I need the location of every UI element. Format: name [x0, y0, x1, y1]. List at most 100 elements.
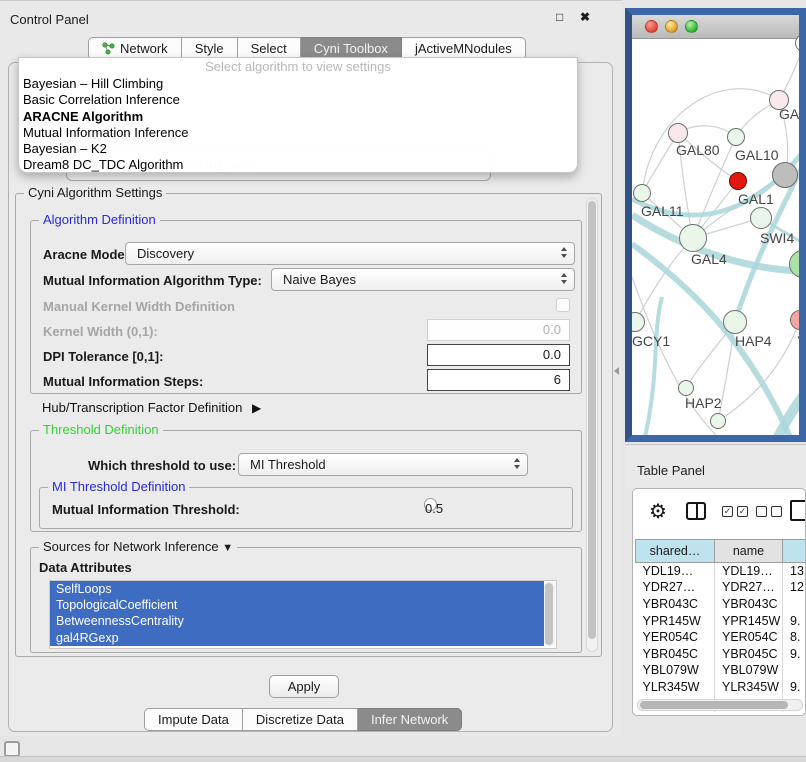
mi-steps-field[interactable]: 6: [427, 369, 570, 391]
node-bottom[interactable]: [710, 413, 726, 429]
data-attributes-list[interactable]: SelfLoops TopologicalCoefficient Between…: [49, 580, 557, 649]
table-row[interactable]: YLR345WYLR345W9.: [636, 679, 806, 696]
node-gal80[interactable]: [668, 123, 688, 143]
close-window-icon[interactable]: [645, 20, 658, 33]
node-red-selected[interactable]: [729, 172, 747, 190]
aracne-mode-combo[interactable]: Discovery: [125, 242, 575, 265]
table-hscrollbar[interactable]: [637, 699, 803, 711]
attributes-scrollbar[interactable]: [544, 582, 555, 647]
node-gal11[interactable]: [633, 184, 651, 202]
manual-kernel-label: Manual Kernel Width Definition: [43, 299, 235, 314]
data-attributes-label: Data Attributes: [39, 560, 132, 575]
collapsed-panel-icon[interactable]: [4, 741, 20, 757]
column-header[interactable]: name: [715, 540, 783, 563]
kernel-width-field[interactable]: 0.0: [427, 319, 570, 341]
cyni-algorithm-settings-title: Cyni Algorithm Settings: [24, 185, 166, 200]
zoom-window-icon[interactable]: [685, 20, 698, 33]
tab-infer-network-label: Infer Network: [371, 712, 448, 727]
algorithm-option[interactable]: Basic Correlation Inference: [19, 92, 577, 108]
column-header[interactable]: shared…: [636, 540, 715, 563]
table-panel: ⚙ ✓ ✓ shared… name YDL19…YDL19…13: [632, 488, 806, 716]
algorithm-option[interactable]: Mutual Information Inference: [19, 125, 577, 141]
hub-expander[interactable]: Hub/Transcription Factor Definition ▶: [42, 400, 261, 415]
node-salmon[interactable]: [790, 310, 806, 330]
list-item[interactable]: SelfLoops: [50, 581, 544, 597]
table-row[interactable]: YBR043CYBR043C: [636, 596, 806, 613]
mi-threshold-value: 0.5: [425, 501, 443, 516]
network-view-window[interactable]: GAL80 GAL10 GAL1 GAL11 SWI4 GAL4 GCY1 HA…: [625, 8, 806, 442]
apply-button[interactable]: Apply: [269, 675, 339, 698]
expander-right-icon: ▶: [252, 401, 261, 415]
tab-network-label: Network: [120, 41, 168, 56]
mi-threshold-group-title: MI Threshold Definition: [48, 479, 189, 494]
close-panel-icon[interactable]: ✖: [580, 10, 590, 24]
mi-algorithm-type-value: Naive Bayes: [283, 272, 356, 287]
node-label: HAP4: [735, 333, 772, 349]
minimize-window-icon[interactable]: [665, 20, 678, 33]
algorithm-option[interactable]: Bayesian – Hill Climbing: [19, 76, 577, 92]
node-gray-hub[interactable]: [772, 162, 798, 188]
table-row[interactable]: YPR145WYPR145W9.: [636, 612, 806, 629]
tab-discretize-data[interactable]: Discretize Data: [243, 708, 358, 731]
node-gal1[interactable]: [750, 207, 772, 229]
tab-infer-network[interactable]: Infer Network: [358, 708, 462, 731]
stepper-icon: [514, 458, 520, 469]
settings-scrollbar[interactable]: [586, 198, 598, 652]
node-partial-top[interactable]: [795, 34, 806, 52]
node-label: GAL4: [691, 251, 727, 267]
apply-button-label: Apply: [288, 679, 321, 694]
algorithm-option[interactable]: Dream8 DC_TDC Algorithm: [19, 157, 577, 173]
list-item[interactable]: BetweennessCentrality: [50, 613, 544, 629]
mi-threshold-field[interactable]: 0.5: [424, 498, 437, 511]
node-attribute-table: shared… name YDL19…YDL19…13 YDR27…YDR27……: [635, 539, 806, 712]
tab-impute-data[interactable]: Impute Data: [144, 708, 243, 731]
threshold-definition-title: Threshold Definition: [39, 422, 163, 437]
which-threshold-combo[interactable]: MI Threshold: [238, 453, 528, 476]
algorithm-definition-group: Algorithm Definition Aracne Mode: Discov…: [30, 220, 582, 394]
splitter-handle[interactable]: [614, 367, 619, 375]
algorithm-option-selected[interactable]: ARACNE Algorithm: [19, 109, 577, 125]
node-gcy1[interactable]: [625, 312, 645, 332]
settings-scrollbar-thumb[interactable]: [588, 201, 596, 639]
network-window-titlebar[interactable]: [632, 15, 799, 39]
list-item[interactable]: TopologicalCoefficient: [50, 597, 544, 613]
which-threshold-label: Which threshold to use:: [88, 458, 236, 473]
threshold-definition-group: Threshold Definition Which threshold to …: [30, 430, 582, 532]
table-row[interactable]: YDR27…YDR27…12: [636, 579, 806, 596]
node-gal10[interactable]: [727, 128, 745, 146]
node-hap2[interactable]: [678, 380, 694, 396]
network-canvas[interactable]: GAL80 GAL10 GAL1 GAL11 SWI4 GAL4 GCY1 HA…: [632, 39, 799, 435]
node-label: GAL1: [738, 191, 774, 207]
float-panel-icon[interactable]: □: [556, 10, 563, 24]
column-header[interactable]: [783, 540, 806, 563]
control-panel-title: Control Panel: [10, 12, 89, 27]
mi-algorithm-type-combo[interactable]: Naive Bayes: [271, 268, 575, 291]
node-label: GAL80: [676, 142, 720, 158]
table-row[interactable]: YER054CYER054C8.: [636, 629, 806, 646]
gear-icon[interactable]: ⚙: [649, 499, 667, 524]
tab-jactivemnodules-label: jActiveMNodules: [415, 41, 512, 56]
unselect-all-columns-icon[interactable]: [756, 506, 782, 517]
attributes-scrollbar-thumb[interactable]: [545, 583, 553, 645]
manual-kernel-checkbox[interactable]: [556, 298, 570, 312]
tab-cyni-toolbox-label: Cyni Toolbox: [314, 41, 388, 56]
node-gal4[interactable]: [679, 224, 707, 252]
aracne-mode-value: Discovery: [137, 246, 194, 261]
list-item[interactable]: gal4RGexp: [50, 630, 544, 646]
algorithm-option[interactable]: Bayesian – K2: [19, 141, 577, 157]
tab-style-label: Style: [195, 41, 224, 56]
dpi-tolerance-label: DPI Tolerance [0,1]:: [43, 349, 163, 364]
select-all-columns-icon[interactable]: ✓ ✓: [722, 506, 748, 517]
columns-icon[interactable]: [686, 502, 706, 520]
table-row[interactable]: YDL19…YDL19…13: [636, 563, 806, 580]
node-label: HAP2: [685, 395, 722, 411]
table-row[interactable]: YBL079WYBL079W: [636, 662, 806, 679]
node-hap4[interactable]: [723, 310, 747, 334]
algorithm-dropdown-placeholder: Select algorithm to view settings: [19, 58, 577, 76]
bottom-divider: [0, 756, 806, 762]
export-table-icon[interactable]: [790, 500, 806, 521]
dpi-tolerance-field[interactable]: 0.0: [427, 344, 570, 366]
expander-down-icon[interactable]: ▼: [222, 542, 233, 554]
table-row[interactable]: YBR045CYBR045C9.: [636, 645, 806, 662]
table-hscrollbar-thumb[interactable]: [640, 701, 788, 709]
